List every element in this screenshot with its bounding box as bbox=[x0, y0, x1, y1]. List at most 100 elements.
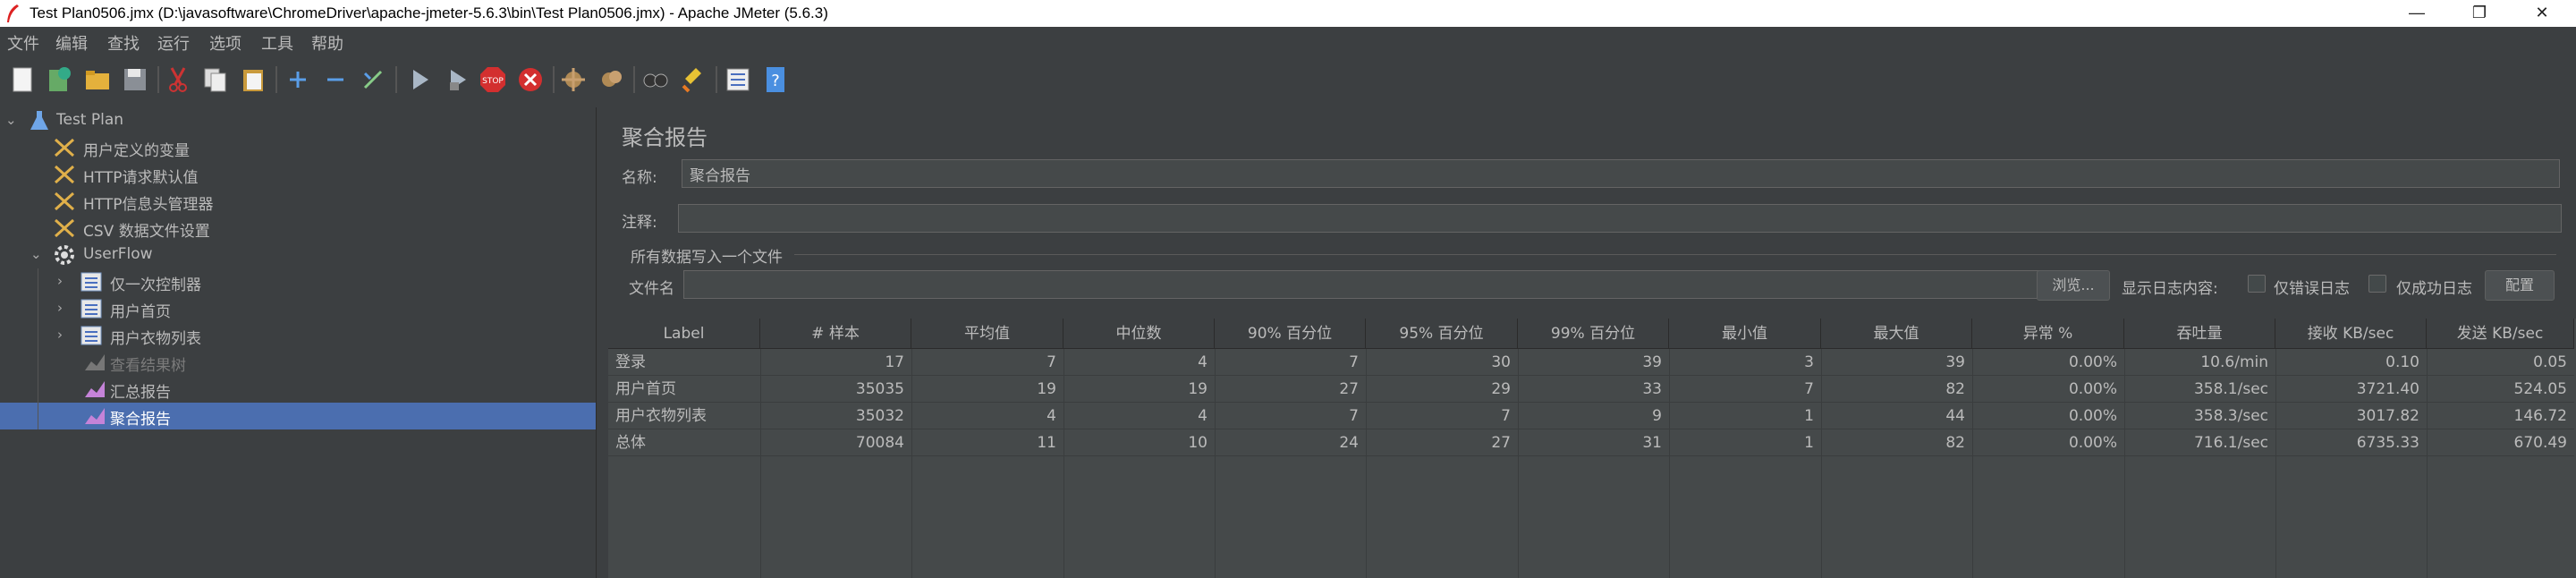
tree-item-label: HTTP信息头管理器 bbox=[83, 196, 214, 214]
tree-item-view-results-tree[interactable]: 查看结果树 bbox=[0, 349, 596, 376]
open-icon[interactable] bbox=[82, 64, 113, 95]
tree-item-once-controller[interactable]: › 仅一次控制器 bbox=[0, 268, 596, 295]
table-cell: 3721.40 bbox=[2275, 376, 2427, 403]
table-header-cell[interactable]: 中位数 bbox=[1063, 319, 1215, 349]
table-cell: 0.05 bbox=[2427, 349, 2574, 376]
table-cell: 35032 bbox=[760, 403, 911, 429]
tree-item-summary-report[interactable]: 汇总报告 bbox=[0, 376, 596, 403]
toolbar-separator bbox=[633, 66, 635, 93]
table-cell: 82 bbox=[1821, 429, 1972, 456]
menu-file[interactable]: 文件 bbox=[7, 31, 39, 55]
tree-item-userflow[interactable]: ⌄ UserFlow bbox=[0, 242, 596, 268]
reset-search-icon[interactable] bbox=[678, 64, 708, 95]
tree-item-user-home[interactable]: › 用户首页 bbox=[0, 295, 596, 322]
tree-item-http-header-manager[interactable]: HTTP信息头管理器 bbox=[0, 188, 596, 215]
table-row[interactable]: 用户首页 35035 19 19 27 29 33 7 82 0.00% 358.1/sec 3721… bbox=[608, 376, 2574, 403]
menu-help[interactable]: 帮助 bbox=[311, 31, 343, 55]
table-header-cell[interactable]: 接收 KB/sec bbox=[2275, 319, 2427, 349]
chevron-right-icon[interactable]: › bbox=[57, 273, 63, 289]
expand-icon[interactable] bbox=[283, 64, 313, 95]
minimize-button[interactable]: — bbox=[2390, 0, 2444, 27]
table-header-cell[interactable]: 最小值 bbox=[1669, 319, 1821, 349]
new-icon[interactable] bbox=[7, 64, 38, 95]
table-row[interactable]: 登录 17 7 4 7 30 39 3 39 0.00% 10.6/min 0.10 0.05 bbox=[608, 349, 2574, 376]
tree-item-label: 查看结果树 bbox=[110, 357, 186, 375]
table-header-cell[interactable]: 发送 KB/sec bbox=[2427, 319, 2574, 349]
maximize-button[interactable]: ❐ bbox=[2453, 0, 2506, 27]
chevron-right-icon[interactable]: › bbox=[57, 300, 63, 316]
success-only-checkbox[interactable] bbox=[2368, 275, 2386, 293]
table-header-cell[interactable]: Label bbox=[608, 319, 760, 349]
table-header-cell[interactable]: 平均值 bbox=[911, 319, 1063, 349]
menu-options[interactable]: 选项 bbox=[209, 31, 242, 55]
table-cell: 716.1/sec bbox=[2124, 429, 2275, 456]
table-row[interactable]: 总体 70084 11 10 24 27 31 1 82 0.00% 716.1/sec 6735.3… bbox=[608, 429, 2574, 456]
tree-item-csv-data[interactable]: CSV 数据文件设置 bbox=[0, 215, 596, 242]
table-header-cell[interactable]: 最大值 bbox=[1821, 319, 1972, 349]
templates-icon[interactable] bbox=[45, 64, 75, 95]
menu-tools[interactable]: 工具 bbox=[261, 31, 293, 55]
chevron-down-icon[interactable]: ⌄ bbox=[5, 112, 17, 128]
clear-all-icon[interactable] bbox=[596, 64, 626, 95]
copy-icon[interactable] bbox=[200, 64, 231, 95]
close-window-button[interactable]: ✕ bbox=[2515, 0, 2569, 27]
tree-item-user-vars[interactable]: 用户定义的变量 bbox=[0, 134, 596, 161]
menu-edit[interactable]: 编辑 bbox=[55, 31, 88, 55]
comment-field[interactable] bbox=[678, 204, 2562, 233]
table-header-cell[interactable]: # 样本 bbox=[760, 319, 911, 349]
browse-button[interactable]: 浏览... bbox=[2037, 270, 2110, 301]
configure-button[interactable]: 配置 bbox=[2485, 270, 2555, 301]
tree-item-http-defaults[interactable]: HTTP请求默认值 bbox=[0, 161, 596, 188]
table-cell: 3 bbox=[1669, 349, 1821, 376]
search-icon[interactable] bbox=[640, 64, 671, 95]
table-cell: 3017.82 bbox=[2275, 403, 2427, 429]
tree-item-test-plan[interactable]: ⌄ Test Plan bbox=[0, 107, 596, 134]
paste-icon[interactable] bbox=[238, 64, 268, 95]
table-cell: 44 bbox=[1821, 403, 1972, 429]
function-helper-icon[interactable] bbox=[723, 64, 753, 95]
table-cell: 358.3/sec bbox=[2124, 403, 2275, 429]
help-icon[interactable]: ? bbox=[760, 64, 791, 95]
table-header-cell[interactable]: 吞吐量 bbox=[2124, 319, 2275, 349]
tree-item-user-clothes-list[interactable]: › 用户衣物列表 bbox=[0, 322, 596, 349]
save-icon[interactable] bbox=[120, 64, 150, 95]
tree-item-label: 用户衣物列表 bbox=[110, 330, 201, 348]
stop-icon[interactable]: STOP bbox=[478, 64, 508, 95]
menu-search[interactable]: 查找 bbox=[107, 31, 140, 55]
title-bar: Test Plan0506.jmx (D:\javasoftware\Chrom… bbox=[0, 0, 2576, 27]
start-no-pause-icon[interactable] bbox=[442, 64, 472, 95]
table-cell: 27 bbox=[1215, 376, 1366, 403]
table-cell: 0.00% bbox=[1972, 403, 2124, 429]
table-header-cell[interactable]: 90% 百分位 bbox=[1215, 319, 1366, 349]
table-cell: 用户首页 bbox=[608, 376, 760, 403]
shutdown-icon[interactable] bbox=[515, 64, 546, 95]
toolbar-separator bbox=[157, 66, 159, 93]
table-cell: 10.6/min bbox=[2124, 349, 2275, 376]
chevron-right-icon[interactable]: › bbox=[57, 327, 63, 343]
menu-run[interactable]: 运行 bbox=[157, 31, 190, 55]
toggle-icon[interactable] bbox=[358, 64, 388, 95]
toolbar: STOP ? bbox=[0, 55, 2576, 105]
table-cell: 0.10 bbox=[2275, 349, 2427, 376]
tree-item-aggregate-report[interactable]: 聚合报告 bbox=[0, 403, 596, 429]
collapse-icon[interactable] bbox=[320, 64, 351, 95]
cut-icon[interactable] bbox=[163, 64, 193, 95]
table-cell: 总体 bbox=[608, 429, 760, 456]
test-plan-tree: ⌄ Test Plan 用户定义的变量 HTTP请求默认值 HTTP信息头管理器… bbox=[0, 107, 596, 578]
table-header-cell[interactable]: 95% 百分位 bbox=[1366, 319, 1518, 349]
split-pane-divider[interactable] bbox=[596, 107, 608, 578]
name-field[interactable] bbox=[682, 159, 2560, 188]
table-cell: 33 bbox=[1518, 376, 1669, 403]
filename-field[interactable] bbox=[683, 270, 2097, 299]
clear-icon[interactable] bbox=[558, 64, 589, 95]
table-cell: 146.72 bbox=[2427, 403, 2574, 429]
table-header-cell[interactable]: 异常 % bbox=[1972, 319, 2124, 349]
controller-icon bbox=[80, 326, 102, 345]
chevron-down-icon[interactable]: ⌄ bbox=[30, 246, 42, 262]
table-cell: 7 bbox=[1669, 376, 1821, 403]
table-row[interactable]: 用户衣物列表 35032 4 4 7 7 9 1 44 0.00% 358.3/sec 3017.82… bbox=[608, 403, 2574, 429]
table-header-cell[interactable]: 99% 百分位 bbox=[1518, 319, 1669, 349]
start-icon[interactable] bbox=[404, 64, 435, 95]
table-cell: 用户衣物列表 bbox=[608, 403, 760, 429]
errors-only-checkbox[interactable] bbox=[2248, 275, 2266, 293]
